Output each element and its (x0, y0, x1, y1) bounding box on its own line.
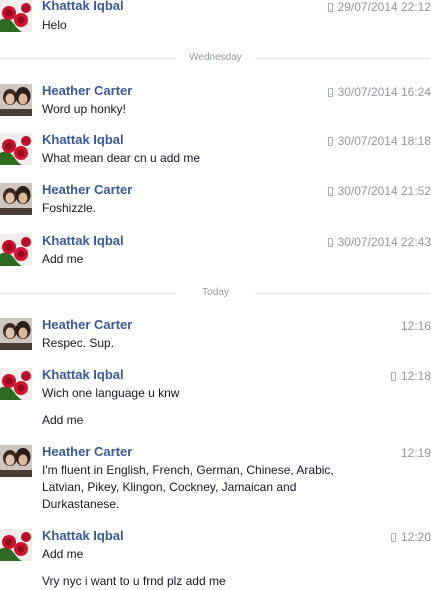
mobile-phone-icon (390, 532, 396, 542)
timestamp-text: 12:19 (400, 446, 431, 460)
divider-rule (255, 293, 431, 294)
sender-name[interactable]: Heather Carter (42, 182, 132, 198)
red-roses-avatar-icon[interactable] (0, 368, 32, 400)
message-item: Heather Carter 12:19 I'm fluent in Engli… (0, 444, 431, 515)
message-text: Word up honky! (42, 102, 126, 116)
sender-name[interactable]: Khattak Iqbal (42, 528, 124, 544)
timestamp-text: 30/07/2014 16:24 (337, 85, 431, 99)
divider-rule (255, 58, 431, 59)
mobile-phone-icon (327, 237, 333, 247)
message-item: Khattak Iqbal 12:20 Add me Vry nyc i wan… (0, 528, 431, 590)
message-text: I'm fluent in English, French, German, C… (42, 463, 334, 511)
sender-name[interactable]: Khattak Iqbal (42, 233, 124, 249)
sender-name[interactable]: Heather Carter (42, 317, 132, 333)
message-timestamp: 12:16 (401, 318, 431, 334)
couple-photo-avatar-icon[interactable] (0, 183, 32, 215)
message-text: Foshizzle. (42, 201, 97, 215)
message-timestamp: 29/07/2014 22:12 (327, 0, 431, 15)
sender-name[interactable]: Khattak Iqbal (42, 132, 124, 148)
message-timestamp: 12:20 (390, 529, 431, 545)
message-item: Heather Carter 12:16 Respec. Sup. (0, 317, 431, 352)
timestamp-text: 30/07/2014 21:52 (337, 184, 431, 198)
sender-name[interactable]: Khattak Iqbal (42, 367, 124, 383)
timestamp-text: 12:20 (400, 530, 431, 544)
sender-name[interactable]: Heather Carter (42, 444, 132, 460)
message-timestamp: 12:19 (401, 445, 431, 461)
message-text: Helo (42, 18, 67, 32)
message-item: Heather Carter 30/07/2014 21:52 Foshizzl… (0, 182, 431, 217)
message-thread: Khattak Iqbal 29/07/2014 22:12 Helo Wedn… (0, 0, 431, 590)
timestamp-text: 30/07/2014 22:43 (337, 235, 431, 249)
message-text: Vry nyc i want to u frnd plz add me (42, 574, 226, 588)
message-timestamp: 30/07/2014 22:43 (327, 234, 431, 250)
message-item: Khattak Iqbal 30/07/2014 22:43 Add me (0, 233, 431, 268)
red-roses-avatar-icon[interactable] (0, 234, 32, 266)
mobile-phone-icon (327, 87, 333, 97)
couple-photo-avatar-icon[interactable] (0, 318, 32, 350)
couple-photo-avatar-icon[interactable] (0, 445, 32, 477)
message-text: Add me (42, 413, 84, 427)
message-item: Khattak Iqbal 29/07/2014 22:12 Helo (0, 0, 431, 34)
date-divider: Today (0, 286, 431, 300)
message-item: Khattak Iqbal 12:18 Wich one language u … (0, 367, 431, 430)
red-roses-avatar-icon[interactable] (0, 133, 32, 165)
red-roses-avatar-icon[interactable] (0, 0, 32, 32)
message-text: Wich one language u knw (42, 386, 180, 400)
sender-name[interactable]: Khattak Iqbal (42, 0, 124, 14)
red-roses-avatar-icon[interactable] (0, 529, 32, 561)
timestamp-text: 12:18 (400, 369, 431, 383)
message-timestamp: 30/07/2014 18:18 (327, 133, 431, 149)
message-timestamp: 12:18 (390, 368, 431, 384)
timestamp-text: 30/07/2014 18:18 (337, 134, 431, 148)
mobile-phone-icon (327, 136, 333, 146)
mobile-phone-icon (327, 186, 333, 196)
mobile-phone-icon (390, 371, 396, 381)
message-text: Respec. Sup. (42, 336, 115, 350)
message-timestamp: 30/07/2014 21:52 (327, 183, 431, 199)
couple-photo-avatar-icon[interactable] (0, 84, 32, 116)
message-item: Khattak Iqbal 30/07/2014 18:18 What mean… (0, 132, 431, 167)
message-item: Heather Carter 30/07/2014 16:24 Word up … (0, 83, 431, 118)
date-divider: Wednesday (0, 51, 431, 65)
mobile-phone-icon (327, 2, 333, 12)
message-text: Add me (42, 547, 84, 561)
message-timestamp: 30/07/2014 16:24 (327, 84, 431, 100)
timestamp-text: 29/07/2014 22:12 (337, 0, 431, 14)
message-text: Add me (42, 252, 84, 266)
sender-name[interactable]: Heather Carter (42, 83, 132, 99)
timestamp-text: 12:16 (400, 319, 431, 333)
message-text: What mean dear cn u add me (42, 151, 201, 165)
